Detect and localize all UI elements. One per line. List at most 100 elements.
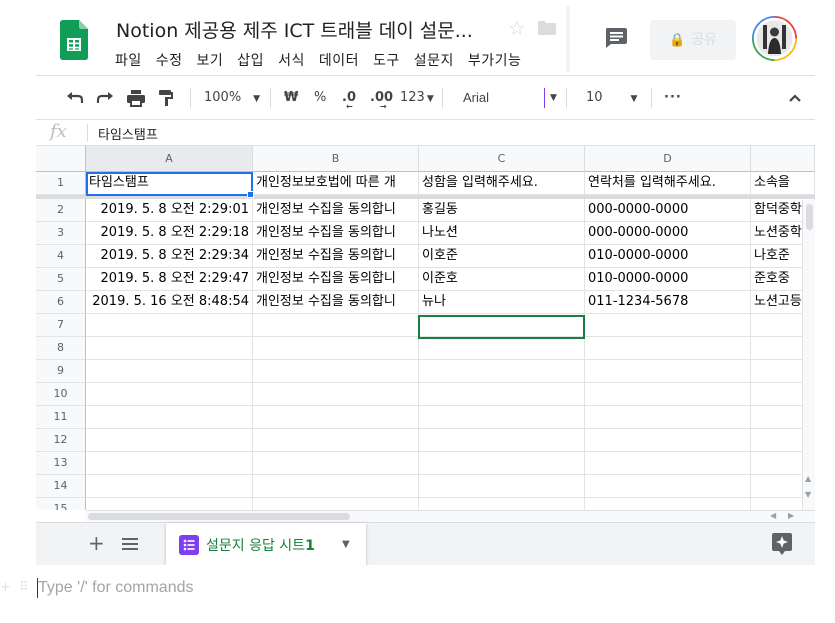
- menu-edit[interactable]: 수정: [156, 50, 183, 70]
- paint-format-icon[interactable]: [158, 88, 174, 108]
- scroll-left-icon[interactable]: ◀: [770, 511, 776, 520]
- cell[interactable]: [585, 429, 751, 452]
- cell[interactable]: 2019. 5. 8 오전 2:29:47: [86, 268, 253, 291]
- cell[interactable]: [419, 452, 585, 475]
- cell[interactable]: [253, 452, 419, 475]
- cell[interactable]: [253, 475, 419, 498]
- explore-icon[interactable]: [772, 533, 792, 555]
- currency-format-button[interactable]: ₩: [284, 88, 298, 108]
- cell[interactable]: [253, 360, 419, 383]
- menu-view[interactable]: 보기: [197, 50, 224, 70]
- cell[interactable]: [419, 314, 585, 337]
- row-header[interactable]: 1: [36, 172, 86, 195]
- row-header[interactable]: 14: [36, 475, 86, 498]
- number-format-select[interactable]: 123 ▼: [400, 88, 434, 108]
- cell[interactable]: [86, 314, 253, 337]
- row-header[interactable]: 13: [36, 452, 86, 475]
- increase-decimal-button[interactable]: .00 →: [370, 88, 393, 111]
- column-header-b[interactable]: B: [253, 146, 419, 172]
- redo-icon[interactable]: [96, 88, 114, 108]
- cell[interactable]: [419, 337, 585, 360]
- select-all-corner[interactable]: [36, 146, 86, 172]
- column-header-c[interactable]: C: [419, 146, 585, 172]
- cell[interactable]: 2019. 5. 16 오전 8:48:54: [86, 291, 253, 314]
- block-drag-handle-icon[interactable]: + ⠿: [0, 580, 31, 595]
- cell[interactable]: [253, 314, 419, 337]
- print-icon[interactable]: [126, 88, 146, 108]
- row-header[interactable]: 8: [36, 337, 86, 360]
- cell[interactable]: [419, 360, 585, 383]
- cell[interactable]: [86, 429, 253, 452]
- cell[interactable]: 이준호: [419, 268, 585, 291]
- chevron-up-icon[interactable]: [788, 88, 802, 108]
- column-header-d[interactable]: D: [585, 146, 751, 172]
- cell[interactable]: [585, 360, 751, 383]
- row-header[interactable]: 10: [36, 383, 86, 406]
- add-sheet-button[interactable]: +: [88, 531, 105, 555]
- command-input[interactable]: [38, 576, 538, 600]
- cell[interactable]: [253, 498, 419, 510]
- cell[interactable]: [253, 406, 419, 429]
- percent-format-button[interactable]: %: [314, 88, 326, 108]
- cell[interactable]: 연락처를 입력해주세요.: [585, 172, 751, 195]
- decrease-decimal-button[interactable]: .0 ←: [342, 88, 356, 111]
- row-header[interactable]: 7: [36, 314, 86, 337]
- cell[interactable]: [253, 383, 419, 406]
- cell[interactable]: 개인정보 수집을 동의합니: [253, 245, 419, 268]
- menu-format[interactable]: 서식: [278, 50, 305, 70]
- scroll-up-icon[interactable]: ▲: [805, 474, 811, 483]
- cell[interactable]: [419, 383, 585, 406]
- cell[interactable]: [585, 314, 751, 337]
- column-header-a[interactable]: A: [86, 146, 253, 172]
- cell[interactable]: [86, 406, 253, 429]
- cell[interactable]: 개인정보 수집을 동의합니: [253, 199, 419, 222]
- cell[interactable]: 2019. 5. 8 오전 2:29:18: [86, 222, 253, 245]
- row-header[interactable]: 9: [36, 360, 86, 383]
- cell[interactable]: [585, 337, 751, 360]
- cell[interactable]: 뉴나: [419, 291, 585, 314]
- menu-data[interactable]: 데이터: [319, 50, 359, 70]
- scroll-down-icon[interactable]: ▼: [805, 490, 811, 499]
- cell[interactable]: [419, 406, 585, 429]
- menu-addons[interactable]: 부가기능: [468, 50, 522, 70]
- google-sheets-logo-icon[interactable]: [60, 20, 88, 60]
- row-header[interactable]: 5: [36, 268, 86, 291]
- cell[interactable]: 010-0000-0000: [585, 245, 751, 268]
- all-sheets-menu-icon[interactable]: [122, 537, 138, 551]
- row-header[interactable]: 3: [36, 222, 86, 245]
- cell[interactable]: 2019. 5. 8 오전 2:29:01: [86, 199, 253, 222]
- horizontal-scrollbar[interactable]: ◀ ▶: [86, 510, 815, 522]
- sheet-tab-form-responses[interactable]: 설문지 응답 시트1 ▼: [166, 523, 366, 565]
- cell[interactable]: [585, 383, 751, 406]
- cell[interactable]: [419, 498, 585, 510]
- scroll-right-icon[interactable]: ▶: [788, 511, 794, 520]
- font-select[interactable]: Arial: [463, 88, 489, 108]
- zoom-select[interactable]: 100% ▼: [204, 88, 260, 108]
- cell[interactable]: [585, 475, 751, 498]
- row-header[interactable]: 6: [36, 291, 86, 314]
- menu-form[interactable]: 설문지: [414, 50, 454, 70]
- cell[interactable]: [585, 498, 751, 510]
- cell[interactable]: [86, 498, 253, 510]
- menu-tools[interactable]: 도구: [373, 50, 400, 70]
- cell[interactable]: 나노션: [419, 222, 585, 245]
- frozen-row-divider[interactable]: [36, 195, 815, 199]
- cell[interactable]: [585, 452, 751, 475]
- more-options-button[interactable]: ···: [664, 88, 682, 108]
- cell[interactable]: [253, 337, 419, 360]
- cell[interactable]: [86, 360, 253, 383]
- sheet-tab-menu-icon[interactable]: ▼: [342, 535, 350, 555]
- avatar[interactable]: [752, 16, 797, 61]
- cell[interactable]: 성함을 입력해주세요.: [419, 172, 585, 195]
- menu-insert[interactable]: 삽입: [237, 50, 264, 70]
- folder-icon[interactable]: [538, 21, 556, 35]
- row-header[interactable]: 4: [36, 245, 86, 268]
- cell[interactable]: 홍길동: [419, 199, 585, 222]
- row-header[interactable]: 12: [36, 429, 86, 452]
- font-select-chevron-icon[interactable]: ▼: [550, 88, 557, 108]
- cell[interactable]: 000-0000-0000: [585, 199, 751, 222]
- cell[interactable]: [86, 337, 253, 360]
- cell[interactable]: [419, 475, 585, 498]
- cell[interactable]: [86, 452, 253, 475]
- cell[interactable]: [253, 429, 419, 452]
